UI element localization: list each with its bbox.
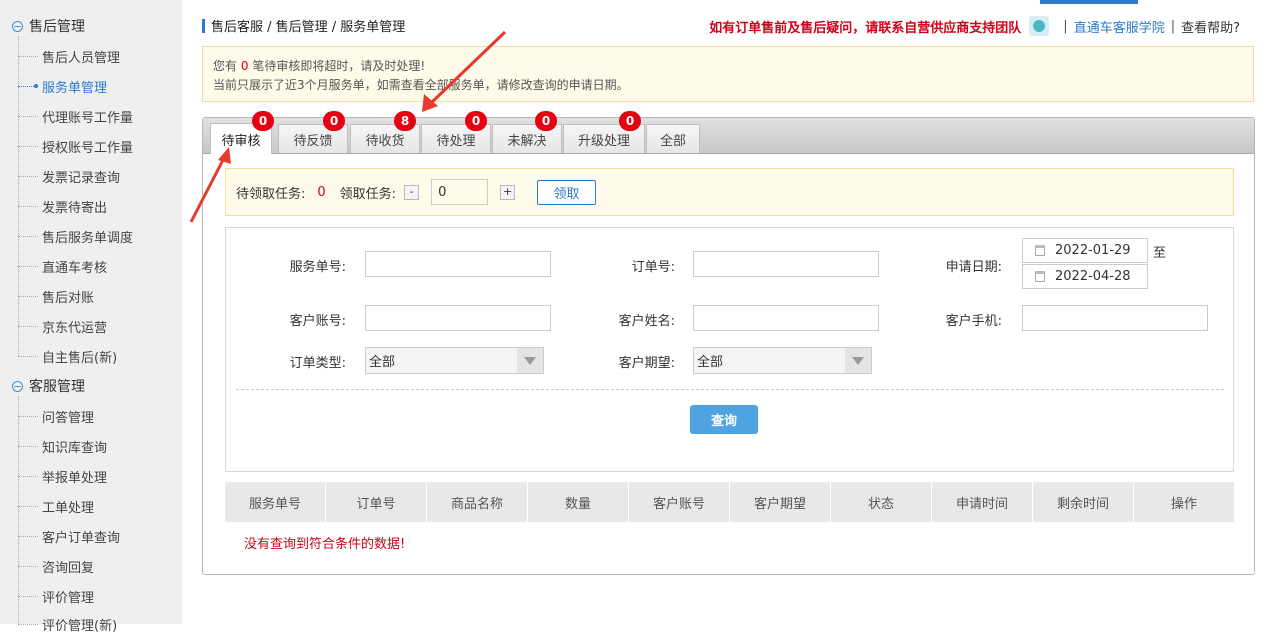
- sidebar-item-jd-operation[interactable]: 京东代运营: [18, 316, 107, 336]
- sidebar-item-self-aftersales[interactable]: 自主售后(新): [18, 346, 117, 366]
- breadcrumb-marker: [202, 18, 205, 33]
- sidebar-item-consult-reply[interactable]: 咨询回复: [18, 556, 94, 576]
- claim-quantity-input[interactable]: 0: [431, 179, 489, 205]
- sidebar-item-reconciliation[interactable]: 售后对账: [18, 286, 94, 306]
- section-title: 客服管理: [29, 379, 85, 395]
- service-no-label: 服务单号:: [289, 260, 346, 275]
- breadcrumb-text: 售后客服 / 售后管理 / 服务单管理: [211, 20, 406, 35]
- date-separator: 至: [1153, 246, 1167, 261]
- customer-account-label: 客户账号:: [289, 314, 346, 329]
- column-header: 客户期望: [730, 482, 831, 522]
- sidebar-item-customer-orders[interactable]: 客户订单查询: [18, 526, 120, 546]
- customer-expect-label: 客户期望:: [618, 356, 675, 371]
- sidebar-item-qa[interactable]: 问答管理: [18, 406, 94, 426]
- breadcrumb: 售后客服 / 售后管理 / 服务单管理: [202, 16, 405, 35]
- active-dot-icon: [34, 84, 38, 88]
- badge-pending-review: 0: [252, 111, 274, 131]
- tab-all[interactable]: 全部: [646, 124, 700, 153]
- column-header: 数量: [528, 482, 629, 522]
- order-type-select[interactable]: 全部: [365, 347, 544, 374]
- chat-icon[interactable]: [1029, 16, 1050, 36]
- badge-pending-feedback: 0: [323, 111, 345, 131]
- order-type-label: 订单类型:: [289, 356, 346, 371]
- apply-date-label: 申请日期:: [945, 260, 1002, 275]
- chevron-down-icon[interactable]: [517, 348, 543, 373]
- help-link[interactable]: 查看帮助?: [1181, 17, 1240, 36]
- customer-expect-select[interactable]: 全部: [693, 347, 872, 374]
- section-title: 售后管理: [29, 19, 85, 35]
- chevron-down-icon[interactable]: [845, 348, 871, 373]
- sidebar-item-agent-workload[interactable]: 代理账号工作量: [18, 106, 133, 126]
- sidebar-item-knowledge[interactable]: 知识库查询: [18, 436, 107, 456]
- column-header: 申请时间: [932, 482, 1033, 522]
- badge-pending-receipt: 8: [394, 111, 416, 131]
- claim-label: 领取任务:: [339, 186, 397, 202]
- column-header: 服务单号: [225, 482, 326, 522]
- academy-link[interactable]: 直通车客服学院: [1074, 17, 1165, 36]
- timeout-count: 0: [240, 59, 249, 73]
- form-divider: [236, 389, 1224, 390]
- increment-button[interactable]: +: [500, 184, 516, 200]
- sidebar-item-assessment[interactable]: 直通车考核: [18, 256, 107, 276]
- column-header: 状态: [831, 482, 932, 522]
- badge-escalated: 0: [619, 111, 641, 131]
- sidebar-item-service-orders[interactable]: 服务单管理: [18, 76, 107, 96]
- sidebar-item-tickets[interactable]: 工单处理: [18, 496, 94, 516]
- empty-result-message: 没有查询到符合条件的数据!: [244, 537, 406, 552]
- pending-label: 待领取任务:: [236, 186, 306, 202]
- order-no-input[interactable]: [693, 251, 879, 277]
- sidebar-item-reports[interactable]: 举报单处理: [18, 466, 107, 486]
- service-order-panel: 待审核 待反馈 待收货 待处理 未解决 升级处理 全部 0 0 8 0 0 0 …: [202, 111, 1255, 575]
- date-from-input[interactable]: 2022-01-29: [1022, 238, 1148, 263]
- sidebar-item-invoice-pending[interactable]: 发票待寄出: [18, 196, 107, 216]
- order-no-label: 订单号:: [631, 260, 675, 275]
- customer-name-input[interactable]: [693, 305, 879, 331]
- calendar-icon: [1035, 245, 1045, 256]
- collapse-icon[interactable]: −: [12, 20, 23, 32]
- column-header: 商品名称: [427, 482, 528, 522]
- sidebar-item-reviews-new[interactable]: 评价管理(新): [18, 614, 117, 634]
- badge-pending-handle: 0: [465, 111, 487, 131]
- service-no-input[interactable]: [365, 251, 551, 277]
- sidebar-item-auth-workload[interactable]: 授权账号工作量: [18, 136, 133, 156]
- column-header: 剩余时间: [1033, 482, 1134, 522]
- timeout-notice: 您有 0 笔待审核即将超时，请及时处理! 当前只展示了近3个月服务单，如需查看全…: [202, 46, 1254, 102]
- badge-unresolved: 0: [535, 111, 557, 131]
- tab-bar: 待审核 待反馈 待收货 待处理 未解决 升级处理 全部: [203, 118, 1254, 154]
- customer-account-input[interactable]: [365, 305, 551, 331]
- column-header: 操作: [1170, 496, 1197, 512]
- column-header: 客户账号: [629, 482, 730, 522]
- support-notice: 如有订单售前及售后疑问，请联系自营供应商支持团队: [709, 20, 1022, 36]
- sidebar: − 售后管理 售后人员管理 服务单管理 代理账号工作量 授权账号工作量 发票记录…: [0, 0, 182, 634]
- customer-phone-input[interactable]: [1022, 305, 1208, 331]
- sidebar-section-aftersales[interactable]: − 售后管理: [12, 16, 85, 36]
- topbar: 售后客服 / 售后管理 / 服务单管理 如有订单售前及售后疑问，请联系自营供应商…: [182, 0, 1278, 50]
- calendar-icon: [1035, 271, 1045, 282]
- claim-bar: 待领取任务: 0 领取任务: - 0 + 领取: [225, 168, 1234, 216]
- sidebar-item-invoice-records[interactable]: 发票记录查询: [18, 166, 120, 186]
- customer-phone-label: 客户手机:: [945, 314, 1002, 329]
- collapse-icon[interactable]: −: [12, 380, 23, 392]
- sidebar-item-aftersales-staff[interactable]: 售后人员管理: [18, 46, 120, 66]
- date-to-input[interactable]: 2022-04-28: [1022, 264, 1148, 289]
- search-button[interactable]: 查询: [690, 405, 758, 434]
- customer-name-label: 客户姓名:: [618, 314, 675, 329]
- top-accent-bar: [1040, 0, 1138, 4]
- results-table-header: 服务单号 订单号 商品名称 数量 客户账号 客户期望 状态 申请时间 剩余时间 …: [225, 482, 1234, 522]
- sidebar-item-reviews[interactable]: 评价管理: [18, 586, 94, 606]
- column-header: 订单号: [326, 482, 427, 522]
- sidebar-section-customer-service[interactable]: − 客服管理: [12, 376, 85, 396]
- claim-button[interactable]: 领取: [537, 179, 597, 205]
- decrement-button[interactable]: -: [404, 184, 420, 200]
- sidebar-item-dispatch[interactable]: 售后服务单调度: [18, 226, 133, 246]
- top-right-links: 如有订单售前及售后疑问，请联系自营供应商支持团队 | 直通车客服学院 | 查看帮…: [709, 16, 1240, 36]
- pending-count: 0: [317, 184, 326, 200]
- search-form: 服务单号: 订单号: 申请日期: 2022-01-29 至 2022-04-28…: [225, 227, 1234, 472]
